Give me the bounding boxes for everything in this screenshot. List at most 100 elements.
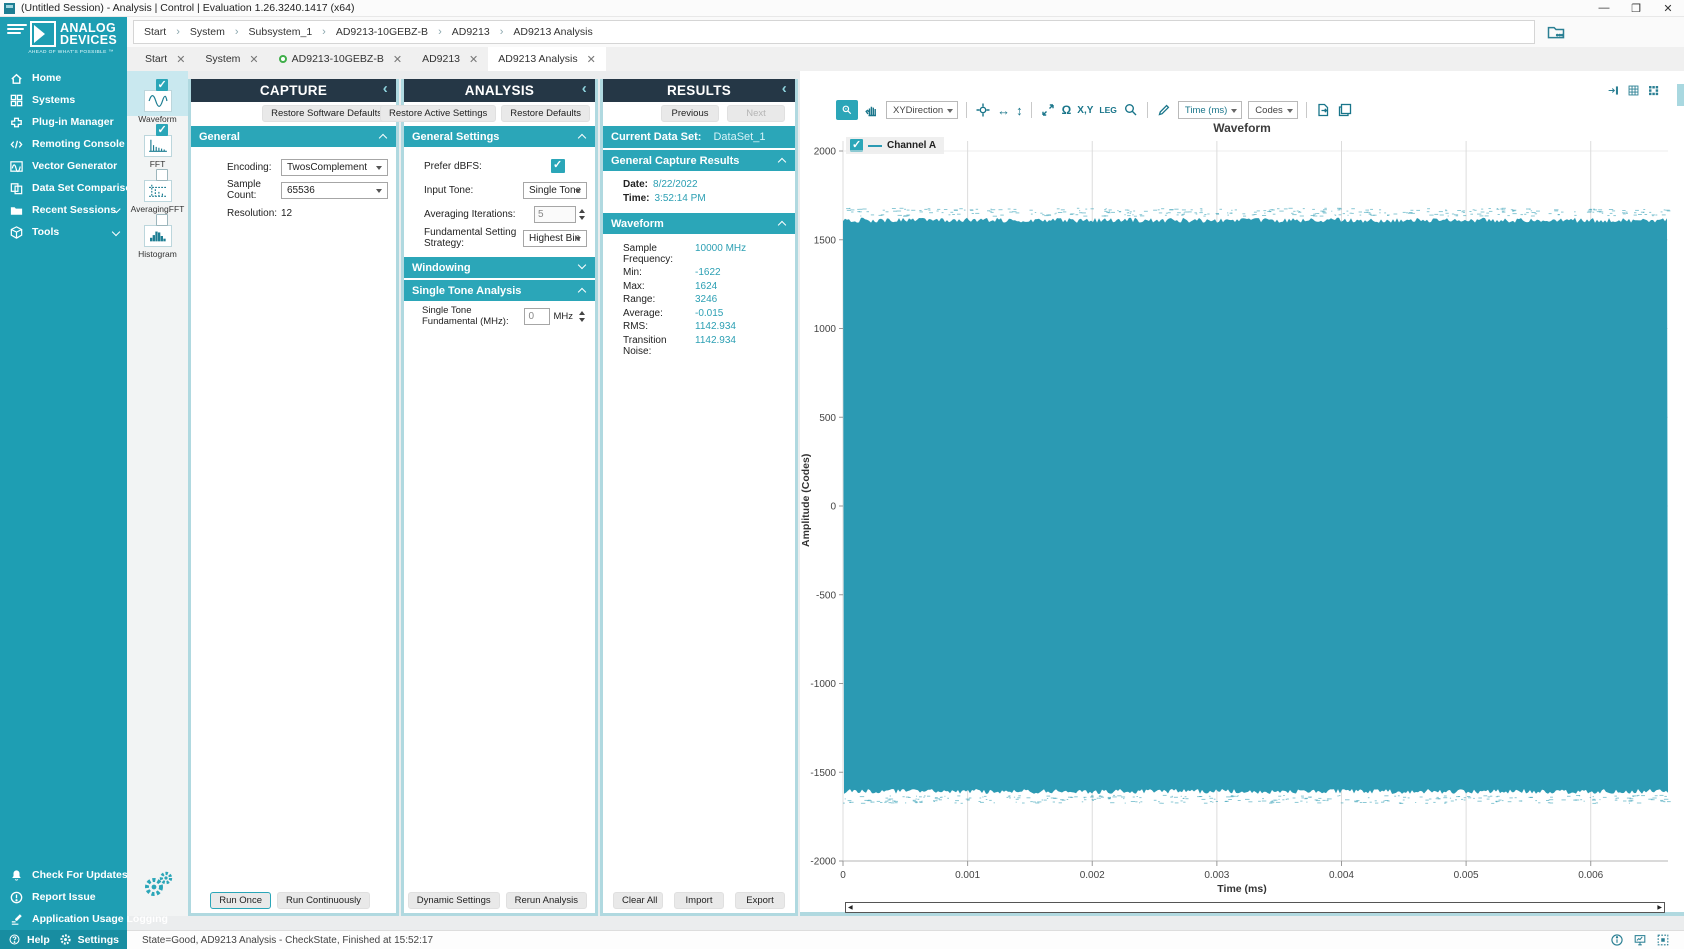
general-settings-section-header[interactable]: General Settings <box>404 126 595 147</box>
panel-expander-handle[interactable] <box>1677 84 1684 106</box>
single-tone-analysis-section-header[interactable]: Single Tone Analysis <box>404 280 595 301</box>
capture-general-section-header[interactable]: General <box>191 126 396 147</box>
menu-icon[interactable] <box>7 22 27 38</box>
import-button[interactable]: Import <box>674 892 724 909</box>
x-units-dropdown[interactable]: Time (ms) <box>1178 101 1242 119</box>
breadcrumb-analysis[interactable]: AD9213 Analysis <box>513 26 592 38</box>
dashboard-icon[interactable] <box>1647 84 1660 97</box>
previous-button[interactable]: Previous <box>661 105 719 122</box>
tab-close-icon[interactable]: ✕ <box>469 53 478 66</box>
crosshair-icon[interactable] <box>975 102 991 118</box>
input-tone-dropdown[interactable]: Single Tone <box>523 182 587 199</box>
tab-close-icon[interactable]: ✕ <box>249 53 258 66</box>
fit-expand-icon[interactable] <box>1040 102 1056 118</box>
sidebar-item-plugin-manager[interactable]: Plug-in Manager <box>0 111 127 133</box>
fundamental-strategy-dropdown[interactable]: Highest Bin <box>523 230 587 247</box>
breadcrumb-subsystem[interactable]: Subsystem_1 <box>249 26 313 38</box>
histogram-checkbox[interactable] <box>156 214 168 226</box>
single-tone-fundamental-input[interactable] <box>524 308 550 325</box>
sidebar-item-recent-sessions[interactable]: Recent Sessions <box>0 199 127 221</box>
vertical-arrows-icon[interactable]: ↕ <box>1016 103 1023 118</box>
breadcrumb-chip[interactable]: AD9213 <box>452 26 490 38</box>
rail-item-fft[interactable]: FFT <box>127 116 188 161</box>
tab-close-icon[interactable]: ✕ <box>176 53 185 66</box>
breadcrumb-start[interactable]: Start <box>144 26 166 38</box>
breadcrumb-system[interactable]: System <box>190 26 225 38</box>
xydirection-dropdown[interactable]: XYDirection <box>886 101 958 119</box>
horizontal-arrows-icon[interactable]: ↔ <box>997 103 1010 118</box>
y-units-dropdown[interactable]: Codes <box>1248 101 1297 119</box>
general-capture-results-section-header[interactable]: General Capture Results <box>603 150 795 171</box>
sidebar-item-remoting-console[interactable]: Remoting Console <box>0 133 127 155</box>
persistence-omega-icon[interactable]: Ω <box>1062 103 1072 117</box>
tab-close-icon[interactable]: ✕ <box>587 53 596 66</box>
magnifier-icon[interactable] <box>1123 102 1139 118</box>
legend-toggle-button[interactable]: LEG <box>1099 105 1116 115</box>
sidebar-item-data-set-comparison[interactable]: Data Set Comparison <box>0 177 127 199</box>
rail-item-waveform[interactable]: Waveform <box>127 71 188 116</box>
sidebar-item-vector-generator[interactable]: Vector Generator <box>0 155 127 177</box>
waveform-results-section-header[interactable]: Waveform <box>603 213 795 234</box>
sidebar-item-systems[interactable]: Systems <box>0 89 127 111</box>
sidebar-item-report-issue[interactable]: Report Issue <box>0 886 127 908</box>
scroll-left-icon[interactable]: ◀ <box>848 905 853 911</box>
close-button[interactable]: ✕ <box>1652 2 1684 15</box>
pan-hand-icon[interactable] <box>864 102 880 118</box>
sample-count-dropdown[interactable]: 65536 <box>281 182 388 199</box>
restore-button[interactable]: ❐ <box>1620 2 1652 15</box>
prefer-dbfs-checkbox[interactable] <box>551 159 565 173</box>
run-once-button[interactable]: Run Once <box>210 892 271 909</box>
sidebar-item-application-usage-logging[interactable]: Application Usage Logging <box>0 908 127 930</box>
info-icon[interactable] <box>1610 933 1624 947</box>
clear-all-button[interactable]: Clear All <box>613 892 663 909</box>
rerun-analysis-button[interactable]: Rerun Analysis <box>506 892 587 909</box>
next-button[interactable]: Next <box>727 105 785 122</box>
collapse-panel-icon[interactable]: ‹ <box>582 80 587 97</box>
export-button[interactable]: Export <box>735 892 785 909</box>
monitor-icon[interactable] <box>1633 933 1647 947</box>
restore-software-defaults-button[interactable]: Restore Software Defaults <box>262 105 391 122</box>
sidebar-item-home[interactable]: Home <box>0 67 127 89</box>
open-session-icon[interactable] <box>1546 22 1566 42</box>
xy-readout-button[interactable]: X,Y <box>1077 105 1093 116</box>
plugin-settings-gears-icon[interactable] <box>141 870 175 898</box>
scroll-right-icon[interactable]: ▶ <box>1657 905 1662 911</box>
pencil-icon[interactable] <box>1156 102 1172 118</box>
table-icon[interactable] <box>1627 84 1640 97</box>
minimize-button[interactable]: — <box>1588 2 1620 15</box>
restore-active-settings-button[interactable]: Restore Active Settings <box>380 105 496 122</box>
horizontal-scrollbar[interactable]: ◀ ▶ <box>845 902 1665 913</box>
run-continuously-button[interactable]: Run Continuously <box>277 892 370 909</box>
dock-icon[interactable] <box>1607 84 1620 97</box>
help-button[interactable]: Help <box>27 934 50 946</box>
zoom-select-tool-button[interactable] <box>836 100 858 120</box>
waveform-plot[interactable]: 2000150010005000-500-1000-1500-200000.00… <box>800 135 1684 880</box>
rail-item-histogram[interactable]: Histogram <box>127 206 188 251</box>
tab-chip[interactable]: AD9213 ✕ <box>412 47 488 71</box>
single-tone-fundamental-stepper[interactable] <box>576 308 587 325</box>
layout-icon[interactable] <box>1656 933 1670 947</box>
sidebar-item-tools[interactable]: Tools <box>0 221 127 243</box>
windowing-section-header[interactable]: Windowing <box>404 257 595 278</box>
tab-system[interactable]: System ✕ <box>195 47 268 71</box>
averaging-iterations-stepper[interactable] <box>576 206 587 223</box>
sidebar-item-check-for-updates[interactable]: Check For Updates <box>0 864 127 886</box>
encoding-dropdown[interactable]: TwosComplement <box>281 159 388 176</box>
tab-board[interactable]: AD9213-10GEBZ-B ✕ <box>269 47 412 71</box>
export-data-icon[interactable] <box>1315 102 1331 118</box>
waveform-checkbox[interactable] <box>156 79 168 91</box>
dynamic-settings-button[interactable]: Dynamic Settings <box>408 892 500 909</box>
rail-item-averagingfft[interactable]: AveragingFFT <box>127 161 188 206</box>
breadcrumb-board[interactable]: AD9213-10GEBZ-B <box>336 26 428 38</box>
tab-close-icon[interactable]: ✕ <box>393 53 402 66</box>
collapse-panel-icon[interactable]: ‹ <box>383 80 388 97</box>
restore-defaults-button[interactable]: Restore Defaults <box>501 105 590 122</box>
averagingfft-checkbox[interactable] <box>156 169 168 181</box>
tab-start[interactable]: Start ✕ <box>135 47 195 71</box>
snapshot-icon[interactable] <box>1337 102 1353 118</box>
averaging-iterations-input[interactable] <box>534 206 576 223</box>
collapse-panel-icon[interactable]: ‹ <box>782 80 787 97</box>
tab-analysis[interactable]: AD9213 Analysis ✕ <box>488 47 606 71</box>
settings-button[interactable]: Settings <box>78 934 119 946</box>
fft-checkbox[interactable] <box>156 124 168 136</box>
